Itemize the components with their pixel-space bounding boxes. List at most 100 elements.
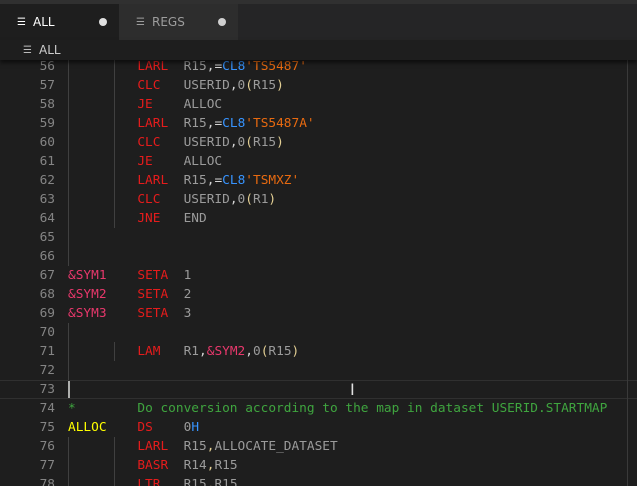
outline-icon: ☰ (17, 16, 26, 28)
code-line[interactable]: 65 (0, 228, 637, 247)
token-op: LAM (137, 344, 161, 359)
token-opd: ALLOC (183, 154, 223, 169)
caret (68, 381, 70, 398)
breadcrumb-item[interactable]: ALL (39, 43, 61, 57)
code-line[interactable]: 73 (0, 380, 637, 399)
tab-regs[interactable]: ☰ REGS (119, 4, 238, 40)
token-opd: R15 (183, 59, 207, 74)
tab-label: ALL (33, 15, 55, 29)
token-kw: H (191, 420, 200, 435)
token-op: LTR (137, 477, 161, 486)
token-op: CLC (137, 192, 161, 207)
code-line[interactable]: 76 LARL R15,ALLOCATE_DATASET (0, 437, 637, 456)
code-line[interactable]: 71 LAM R1,&SYM2,0(R15) (0, 342, 637, 361)
token-op: CLC (137, 135, 161, 150)
breadcrumb: ☰ ALL (0, 40, 637, 60)
token-paren: ) (268, 192, 277, 207)
code-line[interactable]: 78 LTR R15,R15 (0, 475, 637, 486)
code-line[interactable]: 74 * Do conversion according to the map i… (0, 399, 637, 418)
line-number: 73 (39, 382, 55, 397)
line-number: 70 (39, 325, 55, 340)
token-sym: &SYM2 (68, 287, 107, 302)
code-text: JE ALLOC (68, 95, 222, 114)
code-editor[interactable]: 56 LARL R15,=CL8'TS5487' 57 CLC USERID,0(… (0, 57, 637, 486)
code-line[interactable]: 59 LARL R15,=CL8'TS5487A' (0, 114, 637, 133)
line-number: 76 (39, 439, 55, 454)
line-number: 67 (39, 268, 55, 283)
token-opd: R15 (183, 116, 207, 131)
line-number: 59 (39, 116, 55, 131)
tab-all[interactable]: ☰ ALL (0, 4, 119, 40)
code-line[interactable]: 60 CLC USERID,0(R15) (0, 133, 637, 152)
line-number: 66 (39, 249, 55, 264)
unsaved-dot-icon[interactable] (99, 18, 107, 26)
code-text: CLC USERID,0(R1) (68, 190, 276, 209)
token-opd: R15 (268, 344, 292, 359)
token-paren: ) (291, 344, 300, 359)
indent-guide (68, 247, 69, 266)
token-opd: USERID (183, 78, 230, 93)
code-line[interactable]: 62 LARL R15,=CL8'TSMXZ' (0, 171, 637, 190)
token-op: JE (137, 97, 153, 112)
code-line[interactable]: 70 (0, 323, 637, 342)
code-line[interactable]: 68 &SYM2 SETA 2 (0, 285, 637, 304)
editor-ruler (627, 57, 628, 486)
code-line[interactable]: 61 JE ALLOC (0, 152, 637, 171)
token-opd: R1 (183, 344, 200, 359)
token-op: BASR (137, 458, 169, 473)
code-text: JNE END (68, 209, 207, 228)
tab-label: REGS (152, 15, 185, 29)
text-cursor-ibeam-icon: I (350, 380, 355, 399)
code-text: LARL R15,ALLOCATE_DATASET (68, 437, 337, 456)
token-opd: R15 (183, 439, 207, 454)
token-opd: END (183, 211, 207, 226)
code-text: LARL R15,=CL8'TSMXZ' (68, 171, 299, 190)
code-line[interactable]: 77 BASR R14,R15 (0, 456, 637, 475)
line-number: 64 (39, 211, 55, 226)
code-line[interactable]: 57 CLC USERID,0(R15) (0, 76, 637, 95)
token-opd: 0 (252, 344, 261, 359)
code-text: LARL R15,=CL8'TS5487A' (68, 114, 314, 133)
code-line[interactable]: 69 &SYM3 SETA 3 (0, 304, 637, 323)
line-number: 74 (39, 401, 55, 416)
token-punc: = (214, 59, 223, 74)
token-op: SETA (137, 268, 169, 283)
token-sym: &SYM2 (206, 344, 246, 359)
line-number: 78 (39, 477, 55, 486)
code-line[interactable]: 63 CLC USERID,0(R1) (0, 190, 637, 209)
code-line[interactable]: 72 (0, 361, 637, 380)
code-line[interactable]: 66 (0, 247, 637, 266)
code-line[interactable]: 67 &SYM1 SETA 1 (0, 266, 637, 285)
code-line[interactable]: 64 JNE END (0, 209, 637, 228)
token-paren: ) (276, 78, 284, 93)
code-line[interactable]: 58 JE ALLOC (0, 95, 637, 114)
token-punc: , (245, 344, 253, 359)
unsaved-dot-icon[interactable] (218, 18, 226, 26)
token-punc: , (229, 78, 238, 93)
token-kw: CL8 (222, 116, 246, 131)
token-opd: USERID (183, 192, 230, 207)
code-line[interactable]: 75 ALLOC DS 0H (0, 418, 637, 437)
token-punc: = (214, 173, 223, 188)
token-paren: ( (245, 135, 253, 150)
line-number: 69 (39, 306, 55, 321)
token-opd: 3 (183, 306, 192, 321)
